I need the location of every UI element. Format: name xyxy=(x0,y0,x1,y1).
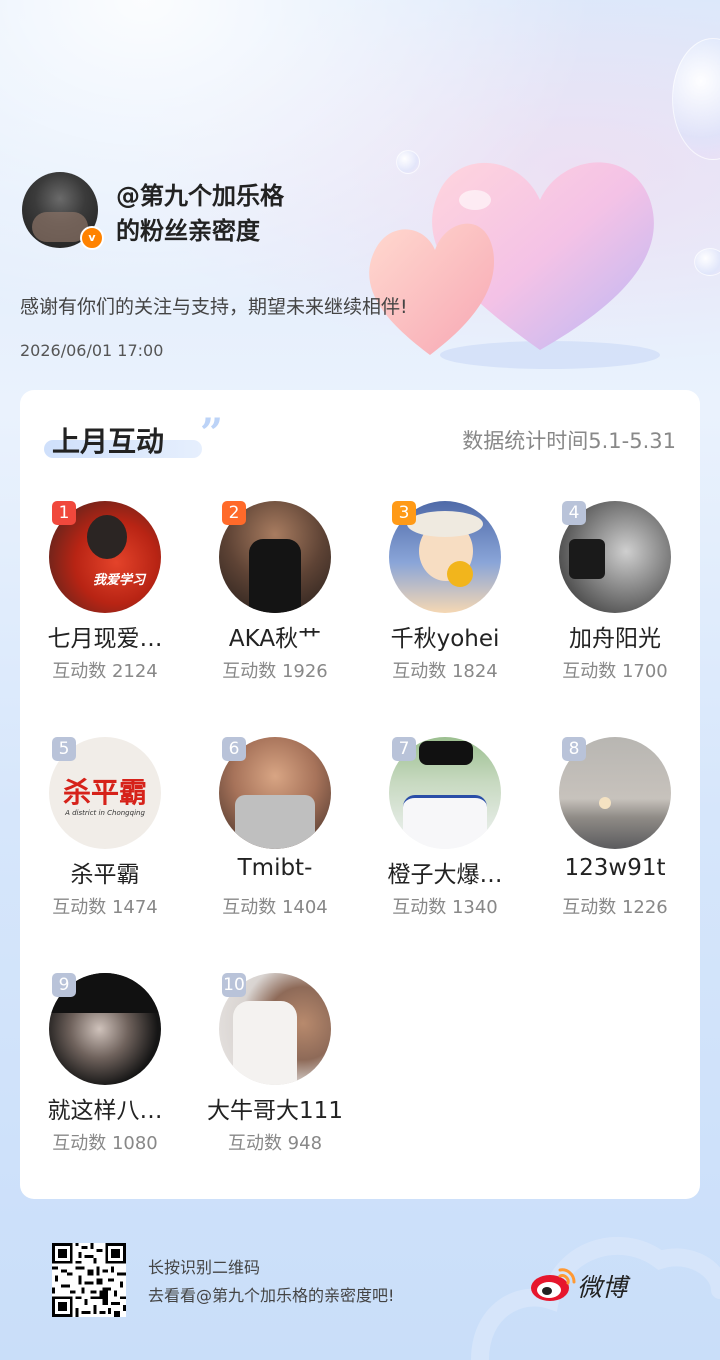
fan-item[interactable]: 4 加舟阳光 互动数 1700 xyxy=(530,501,700,701)
fan-item[interactable]: 10 大牛哥大111 互动数 948 xyxy=(190,973,360,1173)
interaction-count: 互动数 1824 xyxy=(392,661,498,682)
verified-badge-icon: v xyxy=(80,226,104,250)
fan-item[interactable]: 我爱学习 1 七月现爱… 互动数 2124 xyxy=(20,501,190,701)
fan-item[interactable]: 2 AKA秋艹 互动数 1926 xyxy=(190,501,360,701)
weibo-brand: 微博 xyxy=(577,1273,628,1302)
post-datetime: 2026/06/01 17:00 xyxy=(20,341,164,360)
qr-hint-subtitle: 去看看@第九个加乐格的亲密度吧! xyxy=(148,1286,395,1305)
interaction-count: 互动数 1474 xyxy=(52,897,158,918)
fan-item[interactable]: 7 橙子大爆… 互动数 1340 xyxy=(360,737,530,937)
fan-name[interactable]: AKA秋艹 xyxy=(190,619,360,653)
fan-avatar-logo: 杀平霸 xyxy=(62,776,147,809)
rank-badge: 6 xyxy=(222,737,246,761)
decorative-bubble-right xyxy=(694,248,720,276)
rank-badge: 5 xyxy=(52,737,76,761)
interaction-count: 互动数 1926 xyxy=(222,661,328,682)
fan-name[interactable]: 杀平霸 xyxy=(20,855,190,889)
fan-item[interactable]: 9 就这样八… 互动数 1080 xyxy=(20,973,190,1173)
interaction-count: 互动数 1340 xyxy=(392,897,498,918)
rank-badge: 1 xyxy=(52,501,76,525)
interaction-card: 上月互动 ” 数据统计时间5.1-5.31 我爱学习 1 七月现爱… 互动数 2… xyxy=(20,390,700,1199)
fan-name[interactable]: 橙子大爆… xyxy=(360,855,530,889)
fan-item[interactable]: 3 千秋yohei 互动数 1824 xyxy=(360,501,530,701)
rank-badge: 3 xyxy=(392,501,416,525)
rank-badge: 2 xyxy=(222,501,246,525)
account-name[interactable]: @第九个加乐格 xyxy=(116,176,284,211)
qr-hint-title: 长按识别二维码 xyxy=(148,1258,261,1277)
thanks-message: 感谢有你们的关注与支持，期望未来继续相伴! xyxy=(20,296,408,318)
fan-item[interactable]: 8 123w91t 互动数 1226 xyxy=(530,737,700,937)
fan-avatar-subtext: A district in Chongqing xyxy=(65,809,145,817)
stat-period: 数据统计时间5.1-5.31 xyxy=(462,429,676,453)
rank-badge: 4 xyxy=(562,501,586,525)
fan-name[interactable]: 就这样八… xyxy=(20,1091,190,1125)
fan-name[interactable]: Tmibt- xyxy=(190,855,360,881)
weibo-logo-icon xyxy=(531,1268,576,1301)
rank-badge: 8 xyxy=(562,737,586,761)
interaction-count: 互动数 948 xyxy=(227,1133,323,1154)
fan-item[interactable]: 杀平霸 A district in Chongqing 5 杀平霸 互动数 14… xyxy=(20,737,190,937)
card-title: 上月互动 xyxy=(52,425,165,458)
fan-name[interactable]: 七月现爱… xyxy=(20,619,190,653)
page-heading: 的粉丝亲密度 xyxy=(116,217,260,245)
fan-name[interactable]: 千秋yohei xyxy=(360,619,530,653)
rank-badge: 9 xyxy=(52,973,76,997)
qr-code[interactable] xyxy=(52,1243,126,1317)
fan-name[interactable]: 大牛哥大111 xyxy=(190,1091,360,1125)
fan-name[interactable]: 123w91t xyxy=(530,855,700,881)
rank-badge: 10 xyxy=(222,973,246,997)
interaction-count: 互动数 1700 xyxy=(562,661,668,682)
fan-avatar-caption: 我爱学习 xyxy=(93,573,146,588)
interaction-count: 互动数 2124 xyxy=(52,661,158,682)
rank-badge: 7 xyxy=(392,737,416,761)
fan-name[interactable]: 加舟阳光 xyxy=(530,619,700,653)
hearts-decoration xyxy=(369,162,660,369)
quote-mark-icon: ” xyxy=(200,410,224,457)
interaction-count: 互动数 1080 xyxy=(52,1133,158,1154)
interaction-count: 互动数 1226 xyxy=(562,897,668,918)
fan-item[interactable]: 6 Tmibt- 互动数 1404 xyxy=(190,737,360,937)
interaction-count: 互动数 1404 xyxy=(222,897,328,918)
